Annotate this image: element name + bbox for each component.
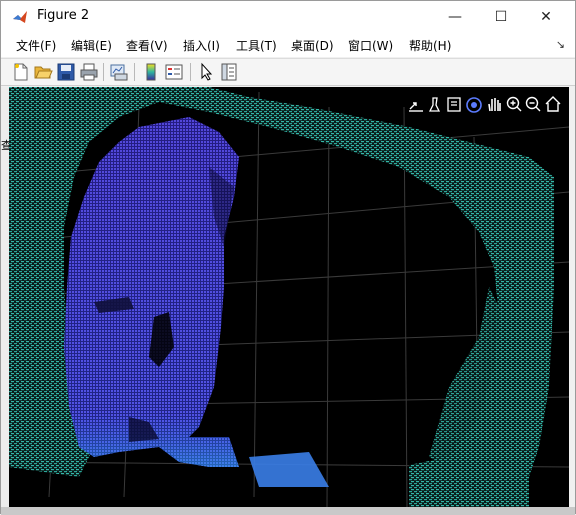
- menu-tools[interactable]: 工具(T): [236, 37, 277, 54]
- zoom-out-icon[interactable]: [525, 96, 541, 112]
- menu-desktop[interactable]: 桌面(D): [291, 37, 334, 54]
- open-folder-icon[interactable]: [33, 62, 53, 82]
- minimize-icon: —: [448, 9, 462, 25]
- menu-view[interactable]: 查看(V): [126, 37, 168, 54]
- new-figure-icon[interactable]: [11, 62, 31, 82]
- insert-colorbar-icon[interactable]: [141, 62, 161, 82]
- window-title: Figure 2: [37, 8, 90, 23]
- rotate-3d-icon[interactable]: [466, 97, 482, 113]
- minimize-button[interactable]: —: [432, 1, 478, 33]
- menu-bar: 文件(F) 编辑(E) 查看(V) 插入(I) 工具(T) 桌面(D) 窗口(W…: [1, 33, 575, 57]
- close-icon: ✕: [540, 9, 552, 25]
- menu-file[interactable]: 文件(F): [16, 37, 56, 54]
- save-icon[interactable]: [56, 62, 76, 82]
- pan-icon[interactable]: [488, 98, 501, 112]
- figure-toolbar: [1, 58, 575, 86]
- maximize-button[interactable]: ☐: [478, 1, 524, 33]
- point-cloud-plot[interactable]: [9, 87, 569, 507]
- property-inspector-icon[interactable]: [219, 62, 239, 82]
- matlab-logo-icon: [13, 11, 27, 23]
- title-bar: Figure 2 — ☐ ✕: [1, 1, 575, 33]
- toolbar-separator: [190, 63, 191, 81]
- home-icon[interactable]: [545, 96, 561, 112]
- link-plot-icon[interactable]: [109, 62, 129, 82]
- menu-help[interactable]: 帮助(H): [409, 37, 451, 54]
- toolbar-separator: [103, 63, 104, 81]
- toolbar-separator: [134, 63, 135, 81]
- face-point-cloud: [64, 117, 329, 487]
- edit-plot-arrow-icon[interactable]: [197, 62, 217, 82]
- figure-window: Figure 2 — ☐ ✕ 文件(F) 编辑(E) 查看(V) 插入(I) 工…: [0, 0, 576, 515]
- print-icon[interactable]: [79, 62, 99, 82]
- data-tips-icon[interactable]: [447, 97, 461, 112]
- insert-legend-icon[interactable]: [164, 62, 184, 82]
- brush-icon[interactable]: [428, 97, 441, 112]
- side-panel-edge: 查: [1, 87, 12, 507]
- menu-edit[interactable]: 编辑(E): [71, 37, 112, 54]
- zoom-in-icon[interactable]: [506, 96, 522, 112]
- export-icon[interactable]: [409, 102, 423, 112]
- menu-window[interactable]: 窗口(W): [348, 37, 393, 54]
- close-button[interactable]: ✕: [523, 1, 569, 33]
- axes-toolbar: [409, 96, 561, 113]
- dock-arrow-icon[interactable]: ↘: [556, 38, 565, 51]
- maximize-icon: ☐: [494, 9, 508, 25]
- figure-canvas[interactable]: [9, 87, 569, 507]
- menu-insert[interactable]: 插入(I): [183, 37, 220, 54]
